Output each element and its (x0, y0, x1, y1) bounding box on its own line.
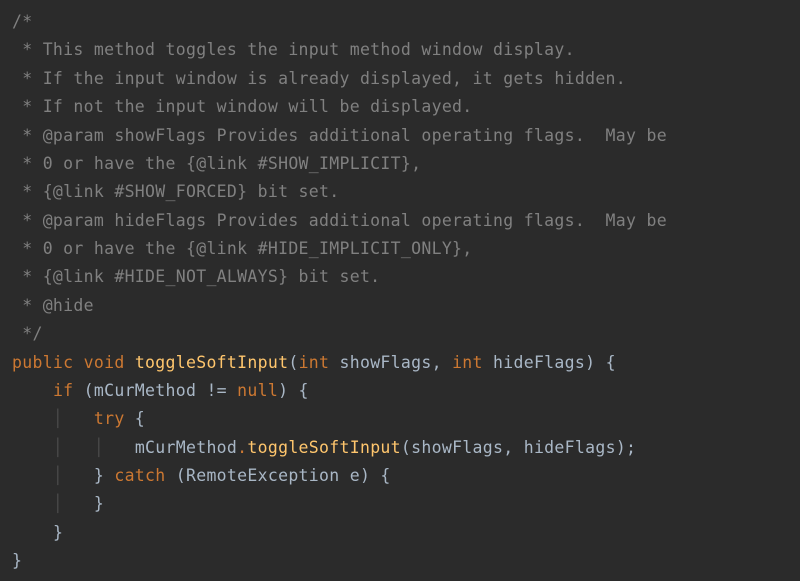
comment-line: * This method toggles the input method w… (12, 40, 575, 59)
comment-line: * {@link #HIDE_NOT_ALWAYS} bit set. (12, 267, 380, 286)
brace: } (53, 523, 63, 542)
method-name: toggleSoftInput (135, 353, 289, 372)
code-block: /* * This method toggles the input metho… (12, 8, 788, 576)
indent (12, 381, 53, 400)
method-call: toggleSoftInput (247, 438, 401, 457)
keyword-try: try (94, 409, 125, 428)
param: showFlags, (329, 353, 452, 372)
brace: } (94, 466, 114, 485)
comment-line: * @param hideFlags Provides additional o… (12, 211, 667, 230)
brace: } (94, 494, 104, 513)
indent-guide: │ (12, 494, 94, 513)
indent-guide: │ │ (12, 438, 135, 457)
comment-line: * If the input window is already display… (12, 69, 626, 88)
indent-guide: │ (12, 466, 94, 485)
expr: (mCurMethod != (73, 381, 237, 400)
paren: ( (288, 353, 298, 372)
comment-open: /* (12, 12, 32, 31)
comment-close: */ (12, 324, 43, 343)
keyword-public: public (12, 353, 73, 372)
keyword-void: void (84, 353, 125, 372)
keyword-catch: catch (114, 466, 165, 485)
catch-params: (RemoteException e) { (166, 466, 391, 485)
indent (12, 523, 53, 542)
keyword-int: int (452, 353, 483, 372)
param: hideFlags) { (483, 353, 616, 372)
call-object: mCurMethod (135, 438, 237, 457)
keyword-null: null (237, 381, 278, 400)
dot: . (237, 438, 247, 457)
brace: { (125, 409, 145, 428)
comment-line: * @param showFlags Provides additional o… (12, 126, 667, 145)
indent-guide: │ (12, 409, 94, 428)
comment-line: * 0 or have the {@link #HIDE_IMPLICIT_ON… (12, 239, 473, 258)
comment-line: * If not the input window will be displa… (12, 97, 473, 116)
comment-line: * 0 or have the {@link #SHOW_IMPLICIT}, (12, 154, 421, 173)
keyword-int: int (299, 353, 330, 372)
comment-line: * {@link #SHOW_FORCED} bit set. (12, 182, 339, 201)
brace: } (12, 551, 22, 570)
keyword-if: if (53, 381, 73, 400)
call-args: (showFlags, hideFlags); (401, 438, 636, 457)
comment-line: * @hide (12, 296, 94, 315)
expr: ) { (278, 381, 309, 400)
